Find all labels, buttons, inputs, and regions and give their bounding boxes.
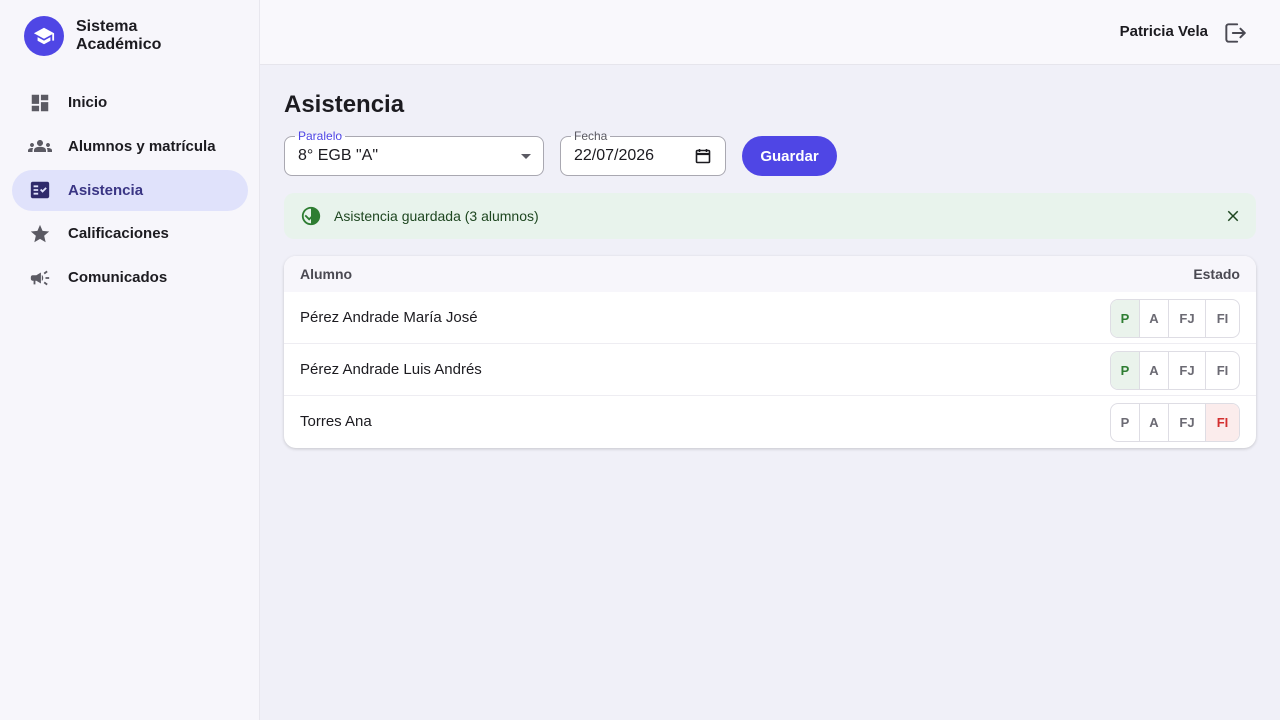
status-option-fi[interactable]: FI (1206, 404, 1239, 441)
sidebar-item-alumnos[interactable]: Alumnos y matrícula (12, 126, 248, 167)
column-header-alumno: Alumno (300, 266, 353, 282)
table-header: Alumno Estado (284, 256, 1256, 292)
success-alert: Asistencia guardada (3 alumnos) (284, 193, 1256, 239)
logout-icon[interactable] (1222, 20, 1248, 46)
paralelo-label: Paralelo (295, 129, 346, 143)
attendance-table: Alumno Estado Pérez Andrade María José P… (284, 256, 1256, 448)
sidebar-item-asistencia[interactable]: Asistencia (12, 169, 248, 211)
status-toggle-group: P A FJ FI (1110, 351, 1240, 390)
status-option-fj[interactable]: FJ (1169, 300, 1206, 337)
sidebar-item-label: Comunicados (68, 269, 168, 287)
chevron-down-icon (521, 154, 531, 159)
fecha-input[interactable]: Fecha 22/07/2026 (560, 129, 726, 176)
status-option-fj[interactable]: FJ (1169, 352, 1206, 389)
dashboard-icon (28, 91, 52, 115)
sidebar-item-comunicados[interactable]: Comunicados (12, 257, 248, 298)
graduation-cap-icon (24, 16, 64, 56)
close-icon[interactable] (1224, 207, 1242, 225)
topbar: Patricia Vela (260, 0, 1280, 65)
table-row: Torres Ana P A FJ FI (284, 396, 1256, 448)
status-option-a[interactable]: A (1140, 404, 1169, 441)
status-option-p[interactable]: P (1111, 404, 1140, 441)
check-circle-icon (300, 205, 322, 227)
table-row: Pérez Andrade Luis Andrés P A FJ FI (284, 344, 1256, 396)
status-toggle-group: P A FJ FI (1110, 403, 1240, 442)
sidebar-item-label: Inicio (68, 94, 108, 111)
fecha-value: 22/07/2026 (574, 147, 655, 164)
student-name: Torres Ana (300, 413, 372, 430)
sidebar-item-label: Calificaciones (68, 225, 169, 243)
status-option-fi[interactable]: FI (1206, 300, 1239, 337)
sidebar-item-inicio[interactable]: Inicio (12, 82, 248, 123)
status-option-a[interactable]: A (1140, 300, 1169, 337)
paralelo-value: 8° EGB "A" (298, 147, 379, 164)
alert-message: Asistencia guardada (3 alumnos) (334, 208, 539, 224)
sidebar-item-label: Asistencia (68, 181, 144, 199)
status-option-a[interactable]: A (1140, 352, 1169, 389)
student-name: Pérez Andrade María José (300, 309, 478, 326)
campaign-icon (28, 266, 52, 290)
star-icon (28, 222, 52, 246)
save-button[interactable]: Guardar (742, 136, 837, 176)
status-option-fj[interactable]: FJ (1169, 404, 1206, 441)
table-row: Pérez Andrade María José P A FJ FI (284, 292, 1256, 344)
fecha-label: Fecha (571, 129, 611, 143)
student-name: Pérez Andrade Luis Andrés (300, 361, 482, 378)
sidebar: Sistema Académico Inicio Alumnos y matrí… (0, 0, 260, 720)
status-toggle-group: P A FJ FI (1110, 299, 1240, 338)
paralelo-select[interactable]: Paralelo 8° EGB "A" (284, 129, 544, 176)
sidebar-item-label: Alumnos y matrícula (68, 137, 216, 155)
fact-check-icon (28, 178, 52, 202)
status-option-p[interactable]: P (1111, 352, 1140, 389)
people-icon (28, 134, 52, 158)
status-option-fi[interactable]: FI (1206, 352, 1239, 389)
calendar-icon[interactable] (695, 148, 711, 164)
user-name: Patricia Vela (1119, 23, 1208, 40)
sidebar-nav: Inicio Alumnos y matrícula Asistencia Ca… (12, 82, 248, 301)
brand-name: Sistema Académico (76, 18, 162, 53)
column-header-estado: Estado (1193, 266, 1240, 282)
sidebar-item-calificaciones[interactable]: Calificaciones (12, 213, 248, 254)
status-option-p[interactable]: P (1111, 300, 1140, 337)
page-title: Asistencia (284, 91, 405, 118)
brand: Sistema Académico (24, 16, 186, 56)
